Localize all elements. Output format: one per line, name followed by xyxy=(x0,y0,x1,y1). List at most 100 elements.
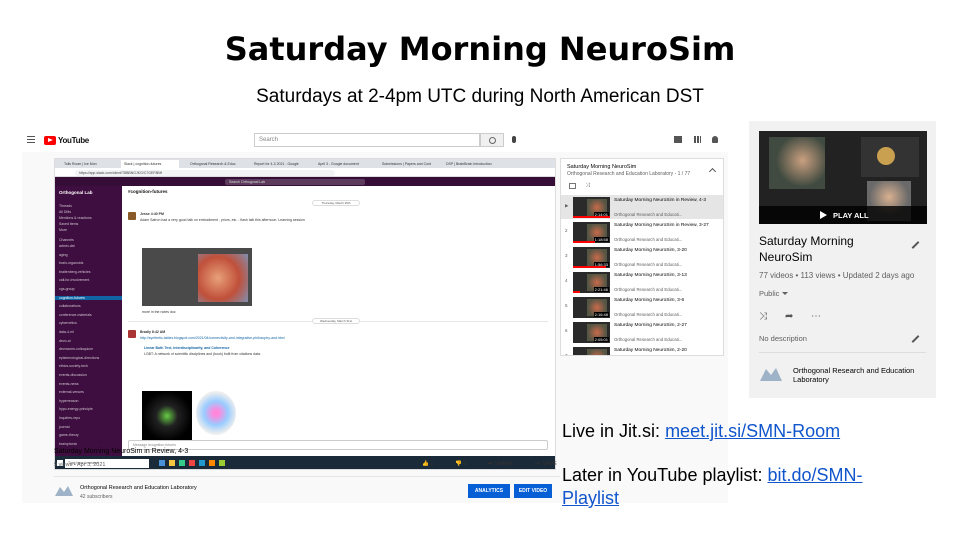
taskbar-app-icon[interactable] xyxy=(189,460,195,466)
sidebar-item-channel[interactable]: data-4-ml xyxy=(59,330,74,334)
playlist-item[interactable]: 3 1:56:33 Saturday Morning NeuroSim, 3-20 O… xyxy=(561,245,723,269)
loop-icon[interactable] xyxy=(569,183,576,189)
sidebar-item[interactable]: More xyxy=(59,228,67,232)
folder-icon[interactable] xyxy=(169,460,175,466)
sidebar-item-channel[interactable]: devo-ai xyxy=(59,339,70,343)
video-thumbnail[interactable]: 2:16:48 xyxy=(573,297,610,318)
channel-logo-icon[interactable] xyxy=(54,484,74,498)
share-button[interactable]: ➦ SHARE xyxy=(488,461,523,467)
sidebar-item[interactable]: Saved items xyxy=(59,222,78,226)
sidebar-item-channel[interactable]: game-theory xyxy=(59,433,79,437)
playlist-item[interactable]: 2 1:18:58 Saturday Morning NeuroSim in Rev… xyxy=(561,220,723,244)
playlist-thumbnail[interactable]: PLAY ALL xyxy=(759,131,927,224)
browser-tab[interactable]: Slack | cognition-futures xyxy=(121,160,179,168)
channel-title[interactable]: #cognition-futures xyxy=(128,189,168,194)
workspace-name[interactable]: Orthogonal Lab xyxy=(59,190,93,195)
browser-tab[interactable]: Submissions | Papers and Cont xyxy=(379,160,437,168)
playlist-panel-title[interactable]: Saturday Morning NeuroSim xyxy=(567,164,636,170)
edit-title-icon[interactable] xyxy=(911,241,920,249)
playlist-item[interactable]: 7Saturday Morning NeuroSim, 2-20Orthogon… xyxy=(561,345,723,355)
avatar[interactable] xyxy=(128,330,136,338)
youtube-logo-text[interactable]: YouTube xyxy=(58,136,89,145)
collapse-chevron-icon[interactable] xyxy=(708,167,717,176)
playlist-item[interactable]: ▶ 2:14:01 Saturday Morning NeuroSim in Rev… xyxy=(561,195,723,219)
edit-video-button[interactable]: EDIT VIDEO xyxy=(514,484,552,498)
create-video-icon[interactable] xyxy=(674,136,682,143)
browser-tab[interactable]: Orthogonal Research & Educ xyxy=(187,160,245,168)
network-graph-image[interactable] xyxy=(142,391,192,441)
sidebar-item-channel[interactable]: cgs-group xyxy=(59,287,75,291)
sidebar-item[interactable]: All DMs xyxy=(59,210,71,214)
playlist-link-part2[interactable]: Playlist xyxy=(562,488,619,508)
edit-description-icon[interactable] xyxy=(911,335,920,343)
video-thumbnail[interactable] xyxy=(573,347,610,355)
jitsi-link[interactable]: meet.jit.si/SMN-Room xyxy=(665,421,840,441)
url-field[interactable]: https://app.slack.com/client/T8BBNGJKG/C… xyxy=(75,170,335,176)
sidebar-item-channel[interactable]: events-discussion xyxy=(59,373,87,377)
avatar[interactable] xyxy=(128,212,136,220)
taskbar-app-icon[interactable] xyxy=(179,460,185,466)
message-image[interactable] xyxy=(142,248,252,306)
visibility-dropdown[interactable]: Public xyxy=(759,289,790,298)
apps-icon[interactable] xyxy=(694,136,701,143)
video-player[interactable]: Tolls Room | Ice Mon Slack | cognition-f… xyxy=(54,158,556,470)
slack-search-input[interactable]: Search Orthogonal Lab xyxy=(225,179,365,185)
search-icon[interactable] xyxy=(480,133,504,147)
video-thumbnail[interactable]: 2:14:01 xyxy=(573,197,610,218)
sidebar-item-channel[interactable]: aging xyxy=(59,253,68,257)
channel-name[interactable]: Orthogonal Research and Education Labora… xyxy=(793,366,925,384)
network-circle-image[interactable] xyxy=(196,391,236,435)
sidebar-item-channel[interactable]: journal xyxy=(59,425,70,429)
channel-logo-icon[interactable] xyxy=(759,365,783,383)
sidebar-item[interactable]: Mentions & reactions xyxy=(59,216,92,220)
sidebar-item-channel[interactable]: external-venues xyxy=(59,390,84,394)
taskbar-app-icon[interactable] xyxy=(159,460,165,466)
channels-header[interactable]: Channels xyxy=(59,238,74,242)
sidebar-item-channel[interactable]: epistemological-directions xyxy=(59,356,99,360)
taskbar-app-icon[interactable] xyxy=(199,460,205,466)
sidebar-item-channel[interactable]: cybernetics xyxy=(59,321,77,325)
dislike-button[interactable]: 👎 0 xyxy=(455,461,476,467)
shuffle-icon[interactable]: ⤨ xyxy=(585,183,592,189)
link-preview-title[interactable]: Linear Both Text, Interdisciplinarity, a… xyxy=(144,346,229,350)
search-input[interactable]: Search xyxy=(254,133,480,147)
sidebar-item-channel[interactable]: braitenberg-vehicles xyxy=(59,270,91,274)
sidebar-item-channel[interactable]: call-for-involvement xyxy=(59,278,89,282)
playlist-item[interactable]: 4 2:21:46 Saturday Morning NeuroSim, 3-13 O… xyxy=(561,270,723,294)
sidebar-item-channel[interactable]: events-news xyxy=(59,382,79,386)
sidebar-item[interactable]: Threads xyxy=(59,204,72,208)
playlist-link-part1[interactable]: bit.do/SMN- xyxy=(768,465,863,485)
video-thumbnail[interactable]: 2:21:46 xyxy=(573,272,610,293)
video-thumbnail[interactable]: 1:56:33 xyxy=(573,247,610,268)
browser-tab[interactable]: April 3 - Google document xyxy=(315,160,373,168)
sidebar-item-channel[interactable]: hypo-energy-principle xyxy=(59,407,93,411)
message-input[interactable]: Message #cognition-futures xyxy=(128,440,548,450)
sidebar-item-channel[interactable]: admin-dat xyxy=(59,244,75,248)
taskbar-app-icon[interactable] xyxy=(209,460,215,466)
more-options-icon[interactable]: ⋯ xyxy=(811,311,821,322)
play-all-button[interactable]: PLAY ALL xyxy=(759,206,927,224)
playlist-item[interactable]: 5 2:16:48 Saturday Morning NeuroSim, 3-6 Or… xyxy=(561,295,723,319)
channel-name[interactable]: Orthogonal Research and Education Labora… xyxy=(80,485,197,491)
sidebar-item-channel[interactable]: conference-materials xyxy=(59,313,92,317)
video-thumbnail[interactable]: 1:18:58 xyxy=(573,222,610,243)
analytics-button[interactable]: ANALYTICS xyxy=(468,484,510,498)
sidebar-item-channel[interactable]: hyperreason xyxy=(59,399,78,403)
sidebar-item-channel[interactable]: ethics-society-tech xyxy=(59,364,88,368)
youtube-logo-icon[interactable] xyxy=(44,136,56,145)
video-thumbnail[interactable]: 2:05:01 xyxy=(573,322,610,343)
message-link[interactable]: http://synthetic-tables.blogspot.com/202… xyxy=(140,336,285,340)
like-button[interactable]: 👍 1 xyxy=(422,461,443,467)
sidebar-item-channel[interactable]: brainphonic xyxy=(59,442,77,446)
bell-icon[interactable] xyxy=(712,136,718,143)
menu-icon[interactable] xyxy=(27,136,35,145)
sidebar-item-channel[interactable]: brain-organoids xyxy=(59,261,83,265)
sidebar-item-channel[interactable]: inquiries-repo xyxy=(59,416,80,420)
taskbar-app-icon[interactable] xyxy=(219,460,225,466)
browser-tab[interactable]: DSP | BrainBrain Introduction xyxy=(443,160,501,168)
playlist-item[interactable]: 6 2:05:01 Saturday Morning NeuroSim, 2-27 O… xyxy=(561,320,723,344)
sidebar-item-channel[interactable]: cognition-futures xyxy=(55,295,122,300)
sidebar-item-channel[interactable]: collaborations xyxy=(59,304,81,308)
share-icon[interactable]: ➦ xyxy=(785,311,793,322)
sidebar-item-channel[interactable]: devoworm-colloquium xyxy=(59,347,93,351)
